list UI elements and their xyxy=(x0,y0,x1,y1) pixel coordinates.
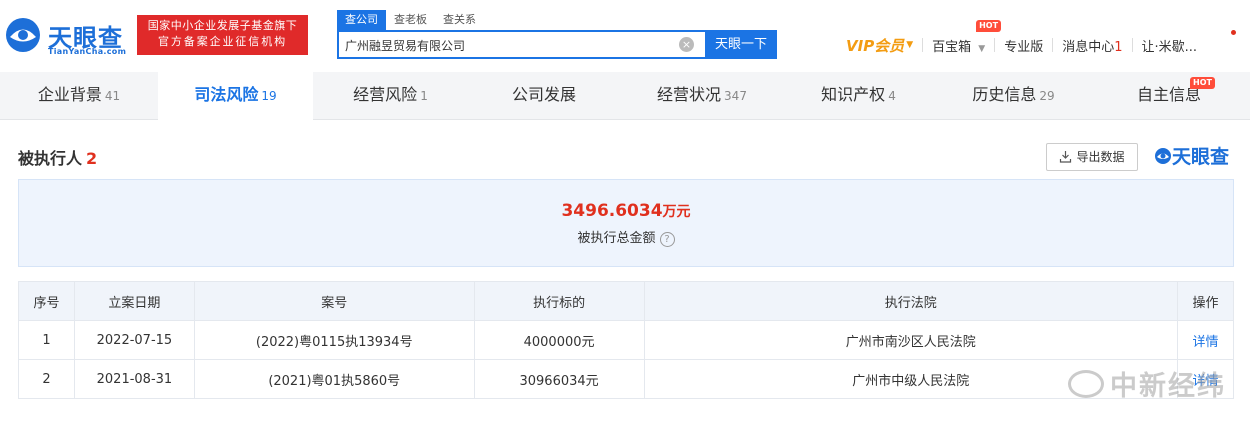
user-menu[interactable]: 让·米歇... xyxy=(1142,36,1198,55)
cell-case-number: (2021)粤01执5860号 xyxy=(193,359,475,399)
treasure-box-menu[interactable]: 百宝箱 ▼ HOT xyxy=(932,19,1002,55)
amount-value: 3496.6034 xyxy=(561,201,663,221)
brand-text: 天眼查 xyxy=(1172,146,1230,168)
col-header-index: 序号 xyxy=(18,281,75,321)
weibo-logo-icon xyxy=(1068,369,1104,398)
section-count: 2 xyxy=(86,149,98,168)
main-tabs: 企业背景 41 司法风险 19 经营风险 1 公司发展 经营状况 347 知识产权 4 历… xyxy=(0,72,1250,120)
col-header-filing-date[interactable]: 立案日期 xyxy=(73,281,195,321)
eye-logo-icon xyxy=(1155,148,1171,164)
cell-filing-date: 2022-07-15 xyxy=(73,320,195,360)
search-box: × 天眼一下 xyxy=(337,30,777,59)
tab-operating-status[interactable]: 经营状况 347 xyxy=(623,72,781,120)
tab-count: 29 xyxy=(1039,89,1055,103)
badge-line-2: 官方备案企业征信机构 xyxy=(158,35,287,48)
detail-link[interactable]: 详情 xyxy=(1177,320,1234,360)
eye-logo-icon xyxy=(6,18,40,52)
section-title-text: 被执行人 xyxy=(18,149,83,168)
tab-label: 知识产权 xyxy=(821,85,886,104)
header-nav: VIP会员 ▼ 百宝箱 ▼ HOT 专业版 消息中心1 让·米歇... xyxy=(846,19,1198,56)
tianyancha-brand: 天眼查 xyxy=(1154,142,1229,169)
tab-self-info[interactable]: 自主信息 xyxy=(1091,72,1250,120)
download-icon xyxy=(1060,151,1072,163)
search-tabs: 查公司 查老板 查关系 xyxy=(337,10,484,30)
tab-count: 41 xyxy=(104,89,121,103)
divider xyxy=(1052,38,1054,52)
search-tab-boss[interactable]: 查老板 xyxy=(386,10,435,30)
tab-count: 347 xyxy=(724,89,747,103)
tab-judicial-risk[interactable]: 司法风险 19 xyxy=(158,72,313,120)
col-header-execution-target[interactable]: 执行标的 xyxy=(473,281,645,321)
badge-line-1: 国家中小企业发展子基金旗下 xyxy=(147,19,298,32)
export-data-button[interactable]: 导出数据 xyxy=(1046,143,1138,171)
message-center-label: 消息中心 xyxy=(1062,39,1115,55)
tab-company-development[interactable]: 公司发展 xyxy=(468,72,623,120)
divider xyxy=(1131,38,1133,52)
pro-version-link[interactable]: 专业版 xyxy=(1004,36,1043,55)
treasure-box-label: 百宝箱 xyxy=(932,39,972,55)
table-row: 2 2021-08-31 (2021)粤01执5860号 30966034元 广… xyxy=(18,359,1234,399)
tab-label: 经营状况 xyxy=(657,85,722,104)
hot-badge: HOT xyxy=(1190,77,1215,89)
search-button[interactable]: 天眼一下 xyxy=(705,30,777,59)
total-amount-label: 被执行总金额? xyxy=(19,227,1233,247)
logo-subtitle: TianYanCha.com xyxy=(48,47,127,56)
chevron-down-icon: ▼ xyxy=(978,43,986,54)
tab-label: 企业背景 xyxy=(37,85,102,104)
section-title: 被执行人 2 xyxy=(18,145,97,169)
total-amount-summary: 3496.6034万元 被执行总金额? xyxy=(18,179,1234,267)
cell-court: 广州市南沙区人民法院 xyxy=(643,320,1179,360)
col-header-case-number: 案号 xyxy=(193,281,475,321)
tab-label: 司法风险 xyxy=(194,85,259,104)
table-row: 1 2022-07-15 (2022)粤0115执13934号 4000000元… xyxy=(18,320,1234,360)
hot-badge: HOT xyxy=(976,19,1002,32)
tab-label: 经营风险 xyxy=(353,85,418,104)
tab-count: 1 xyxy=(420,89,428,103)
table-header-row: 序号 立案日期 案号 执行标的 执行法院 操作 xyxy=(18,281,1234,321)
tab-operational-risk[interactable]: 经营风险 1 xyxy=(313,72,468,120)
search-input[interactable] xyxy=(345,36,675,54)
divider xyxy=(922,38,924,52)
export-label: 导出数据 xyxy=(1076,150,1125,164)
cell-execution-target: 4000000元 xyxy=(473,320,645,360)
message-count: 1 xyxy=(1114,39,1123,55)
amount-unit: 万元 xyxy=(662,204,691,220)
tab-count: 4 xyxy=(888,89,896,103)
watermark: 中新经纬 xyxy=(1068,364,1226,403)
executed-person-table: 序号 立案日期 案号 执行标的 执行法院 操作 1 2022-07-15 (20… xyxy=(18,281,1234,399)
cell-execution-target: 30966034元 xyxy=(473,359,645,399)
vip-link[interactable]: VIP会员 xyxy=(846,35,904,56)
tab-label: 历史信息 xyxy=(972,85,1037,104)
tab-count: 19 xyxy=(261,89,277,103)
tab-history-info[interactable]: 历史信息 29 xyxy=(936,72,1091,120)
divider xyxy=(994,38,996,52)
top-bar: 天眼查 TianYanCha.com 国家中小企业发展子基金旗下 官方备案企业征… xyxy=(0,0,1250,72)
content-panel: 被执行人 2 导出数据 天眼查 3496.6034万元 被执行总金额? 序号 立案… xyxy=(0,120,1250,422)
cell-filing-date: 2021-08-31 xyxy=(73,359,195,399)
search-tab-relation[interactable]: 查关系 xyxy=(435,10,484,30)
tab-label: 公司发展 xyxy=(511,85,576,104)
chevron-down-icon: ▼ xyxy=(906,40,914,50)
search-tab-company[interactable]: 查公司 xyxy=(337,10,386,30)
tianyancha-logo[interactable]: 天眼查 TianYanCha.com xyxy=(4,16,128,56)
cell-case-number: (2022)粤0115执13934号 xyxy=(193,320,475,360)
summary-label: 被执行总金额 xyxy=(577,231,656,246)
help-icon[interactable]: ? xyxy=(659,232,675,247)
total-amount: 3496.6034万元 xyxy=(19,201,1233,221)
tab-enterprise-background[interactable]: 企业背景 41 xyxy=(0,72,158,120)
cell-index: 1 xyxy=(18,320,75,360)
col-header-action: 操作 xyxy=(1177,281,1234,321)
col-header-court: 执行法院 xyxy=(643,281,1179,321)
message-center-link[interactable]: 消息中心1 xyxy=(1062,36,1122,55)
official-badge: 国家中小企业发展子基金旗下 官方备案企业征信机构 xyxy=(137,15,308,55)
cell-index: 2 xyxy=(18,359,75,399)
clear-icon[interactable]: × xyxy=(679,37,694,52)
tab-intellectual-property[interactable]: 知识产权 4 xyxy=(781,72,936,120)
watermark-text: 中新经纬 xyxy=(1110,371,1226,402)
notification-dot xyxy=(1231,30,1236,35)
